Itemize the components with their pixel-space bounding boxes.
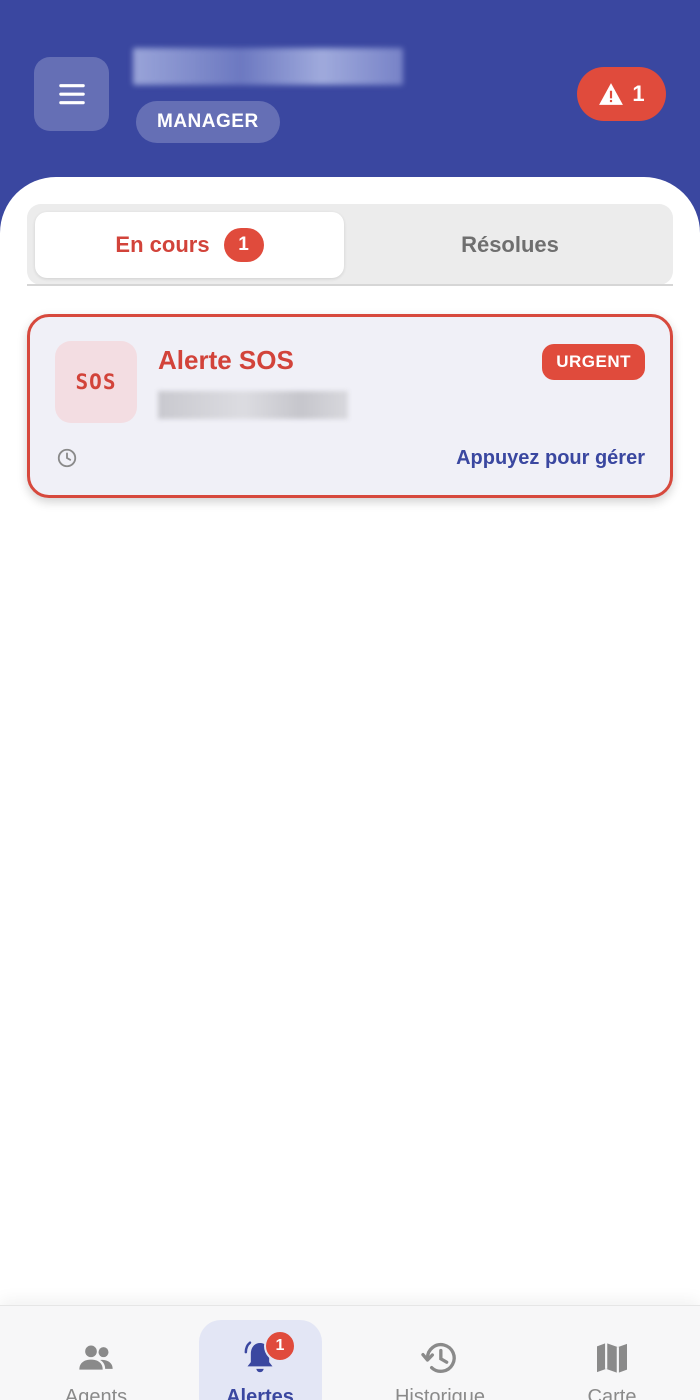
people-icon [79,1345,113,1370]
clock-icon [57,448,77,468]
menu-icon [58,84,85,105]
role-badge: MANAGER [136,101,280,143]
menu-button[interactable] [34,57,109,131]
alert-card[interactable]: SOS Alerte SOS URGENT Appuyez pour gérer [27,314,673,498]
nav-label-carte: Carte [587,1386,637,1400]
bottom-navigation: Agents Alertes Historique Carte [0,1305,700,1400]
nav-item-historique[interactable]: Historique [375,1306,505,1400]
tab-resolues-label: Résolues [461,232,559,257]
app-header: MANAGER 1 [0,0,700,200]
tab-resolues[interactable]: Résolues [352,212,668,278]
history-icon [421,1342,456,1373]
tab-en-cours[interactable]: En cours 1 [35,212,344,278]
nav-item-alertes[interactable]: Alertes [195,1306,325,1400]
urgent-badge: URGENT [542,344,645,380]
tabs-divider [27,284,673,286]
nav-item-carte[interactable]: Carte [547,1306,677,1400]
nav-label-historique: Historique [394,1386,486,1400]
nav-label-agents: Agents [64,1386,128,1400]
alert-title: Alerte SOS [158,345,294,375]
warning-icon [599,83,624,105]
active-alerts-button[interactable]: 1 [577,67,666,121]
active-alerts-count: 1 [632,81,645,106]
nav-label-alertes: Alertes [226,1386,294,1400]
map-icon [597,1343,627,1373]
tab-en-cours-label: En cours [115,232,210,257]
tab-en-cours-count: 1 [223,228,264,262]
nav-item-agents[interactable]: Agents [31,1306,161,1400]
nav-alertes-badge: 1 [264,1330,296,1362]
user-name-redacted [133,48,403,85]
manage-alert-link[interactable]: Appuyez pour gérer [456,447,645,470]
alert-agent-redacted [158,391,348,419]
sos-icon: SOS [55,341,137,423]
